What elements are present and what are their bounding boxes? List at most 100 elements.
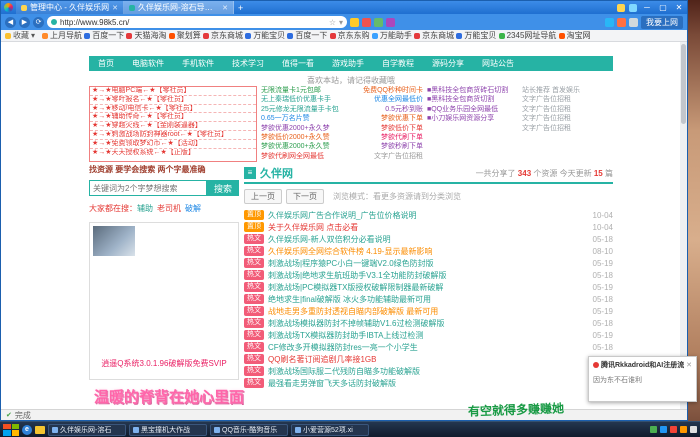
article-row[interactable]: 热文 久伴娱乐网-新人双倍积分必看说明 05-18 [244, 233, 613, 245]
taskbar-app-button[interactable]: QQ音乐-酷狗音乐 [210, 424, 288, 436]
mid-link-a[interactable]: 梦欲低价2000+永久赞 [261, 133, 330, 142]
red-link[interactable]: ★→★电脑PC端←★【零社员】 [90, 87, 256, 96]
ad-slot-link[interactable]: 文字广告位招租 [522, 124, 613, 133]
close-button[interactable]: ✕ [671, 1, 687, 14]
bookmark-item[interactable]: 百度一下 [287, 30, 327, 41]
new-tab-button[interactable]: + [234, 3, 247, 13]
go-online-button[interactable]: 我要上网 [641, 16, 683, 29]
hot-link[interactable]: 破解 [185, 204, 201, 213]
article-title-link[interactable]: 最强看走男弹窗飞天多话防封破解版 [268, 378, 589, 389]
tray-volume-icon[interactable] [680, 426, 687, 433]
taskbar-app-button[interactable]: 黑宝撞机大作战 [129, 424, 207, 436]
purple-link[interactable]: ■QQ业务乐园全网最低 [427, 105, 518, 114]
bookmark-item[interactable]: 京东商城 [414, 30, 454, 41]
tray-alert-icon[interactable] [670, 426, 677, 433]
ad-slot-link[interactable]: 站长推荐 首发娱乐 [522, 86, 613, 95]
skin-icon[interactable] [617, 4, 625, 12]
bookmark-item[interactable]: 万能宝贝 [245, 30, 285, 41]
nav-item[interactable]: 手机软件 [173, 56, 223, 71]
bookmark-item[interactable]: 万能助手 [372, 30, 412, 41]
browser-quick-icon[interactable]: e [22, 425, 32, 435]
start-button[interactable] [3, 424, 19, 436]
article-title-link[interactable]: CF修改多开模拟器防封res一亮一个小学生 [268, 342, 589, 353]
article-row[interactable]: 热文 刺激战场|PC模拟器TX版授权破解限制器最新破解 05-19 [244, 281, 613, 293]
article-title-link[interactable]: 刺激战场TX模拟器防封助手IBTA上线过检测 [268, 330, 589, 341]
nav-item[interactable]: 电脑软件 [123, 56, 173, 71]
next-page-button[interactable]: 下一页 [286, 189, 324, 204]
refresh-icon[interactable]: ⟳ [33, 17, 44, 28]
article-row[interactable]: 热文 最强看走男弹窗飞天多话防封破解版 05-19 [244, 377, 613, 389]
article-row[interactable]: 热文 久伴娱乐网全网综合软件榜 4.19-显示最新影响 08-10 [244, 245, 613, 257]
red-link[interactable]: ★→★天天授权系统←★【正版】 [90, 149, 256, 158]
sidebar-ad-box[interactable]: 逍遥Q系统3.0.1.96破解版免费SVIP [89, 222, 239, 380]
ad-caption[interactable]: 逍遥Q系统3.0.1.96破解版免费SVIP [90, 358, 238, 369]
article-title-link[interactable]: 刺激战场模拟器防封不掉帧辅助V1.6过检测破解版 [268, 318, 589, 329]
mid-link-b[interactable]: 梦欲代刷下单 [381, 133, 423, 142]
nav-item[interactable]: 自学教程 [373, 56, 423, 71]
url-dropdown-icon[interactable]: ▾ [339, 18, 343, 27]
mail-icon[interactable] [386, 18, 395, 27]
tray-security-icon[interactable] [660, 426, 667, 433]
red-link[interactable]: ★→★零叶报名←★【零社员】 [90, 96, 256, 105]
red-link[interactable]: ★→★移动/电信卡←★【零社员】 [90, 105, 256, 114]
popup-close-icon[interactable]: ✕ [686, 361, 692, 369]
article-row[interactable]: 置顶 关于久伴娱乐网 点击必看 10-04 [244, 221, 613, 233]
bookmark-item[interactable]: 2345网址导航 [499, 30, 557, 41]
mid-link-b[interactable]: 0.5元秒到账 [385, 105, 423, 114]
menu-icon[interactable] [629, 18, 638, 27]
browser-tab-current[interactable]: 久伴娱乐网-溶石导航网 ✕ [124, 1, 234, 14]
bookmarks-folder-button[interactable]: 收藏 ▾ [5, 30, 35, 41]
search-button[interactable]: 搜索 [207, 180, 239, 196]
purple-link[interactable]: ■黑科技全包商货切割 [427, 95, 518, 104]
bookmark-item[interactable]: 淘宝网 [559, 30, 591, 41]
article-row[interactable]: 热文 刺激战场|绝地求生航班助手V3.1全功能防封破解版 05-18 [244, 269, 613, 281]
hot-link[interactable]: 辅助 [137, 204, 153, 213]
red-link[interactable]: ★→★穿越火线←★【金刚装逼器】 [90, 122, 256, 131]
tray-ime-icon[interactable] [690, 426, 697, 433]
mid-link-b[interactable]: 梦欲优惠下单 [381, 114, 423, 123]
maximize-button[interactable]: ▢ [655, 1, 671, 14]
article-title-link[interactable]: 刺激战场|PC模拟器TX版授权破解限制器最新破解 [268, 282, 589, 293]
nav-item[interactable]: 源码分享 [423, 56, 473, 71]
mid-link-a[interactable]: 无限流量卡1元包邮 [261, 86, 321, 95]
mid-link-b[interactable]: 免费QQ秒种时间卡 [363, 86, 423, 95]
extension-icon[interactable] [350, 18, 359, 27]
mid-link-a[interactable]: 梦欲优惠2000+永久赞 [261, 142, 330, 151]
purple-link[interactable]: ■小刀娱乐网资源分享 [427, 114, 518, 123]
mid-link-b[interactable]: 梦欲秒刷下单 [381, 142, 423, 151]
article-row[interactable]: 热文 刺激战场TX模拟器防封助手IBTA上线过检测 05-19 [244, 329, 613, 341]
bookmark-item[interactable]: 天猫海淘 [126, 30, 166, 41]
bookmark-item[interactable]: 上月导航 [42, 30, 82, 41]
article-row[interactable]: 热文 刺激战场|程序猿PC小白一键端V2.0绿色防封版 05-19 [244, 257, 613, 269]
back-icon[interactable]: ◀ [5, 17, 16, 28]
article-title-link[interactable]: 绝地求生|final破解版 冰火多功能辅助最新可用 [268, 294, 589, 305]
purple-link[interactable]: ■黑科技全包商货砖石切割 [427, 86, 518, 95]
bookmark-star-icon[interactable]: ☆ [329, 18, 336, 27]
ad-slot-link[interactable]: 文字广告位招租 [522, 105, 613, 114]
article-row[interactable]: 热文 CF修改多开模拟器防封res一亮一个小学生 05-18 [244, 341, 613, 353]
red-link[interactable]: ★→★辅助传奇←★【零社员】 [90, 113, 256, 122]
mid-link-a[interactable]: 无上秦瑞低价优惠卡手 [261, 95, 331, 104]
forward-icon[interactable]: ▶ [19, 17, 30, 28]
article-title-link[interactable]: 关于久伴娱乐网 点击必看 [268, 222, 589, 233]
history-icon[interactable] [617, 18, 626, 27]
bookmark-item[interactable]: 京东商城 [203, 30, 243, 41]
account-icon[interactable] [629, 4, 637, 12]
article-row[interactable]: 热文 战地走男多重防封透视自瞄内部破解版 最新可用 05-19 [244, 305, 613, 317]
article-row[interactable]: 热文 刺激战场国际服二代残防自瞄多功能破解版 05-18 [244, 365, 613, 377]
translate-icon[interactable] [374, 18, 383, 27]
mid-link-b[interactable]: 梦欲低价下单 [381, 124, 423, 133]
url-text[interactable]: http://www.98k5.cn/ [60, 18, 326, 27]
bookmark-item[interactable]: 百度一下 [84, 30, 124, 41]
article-title-link[interactable]: QQ刷名著订阅追剧几率接1GB [268, 354, 589, 365]
article-title-link[interactable]: 刺激战场|程序猿PC小白一键端V2.0绿色防封版 [268, 258, 589, 269]
nav-item[interactable]: 值得一看 [273, 56, 323, 71]
scrollbar-thumb[interactable] [681, 44, 686, 124]
folder-quick-icon[interactable] [35, 426, 45, 434]
mid-link-a[interactable]: 梦欲代刷网全网最低 [261, 152, 324, 161]
nav-item[interactable]: 技术学习 [223, 56, 273, 71]
nav-item[interactable]: 网站公告 [473, 56, 523, 71]
mid-link-a[interactable]: 25元修龙无限流量手卡包 [261, 105, 339, 114]
article-title-link[interactable]: 久伴娱乐网广告合作说明_广告位价格说明 [268, 210, 589, 221]
tab-close-icon[interactable]: ✕ [112, 4, 118, 12]
